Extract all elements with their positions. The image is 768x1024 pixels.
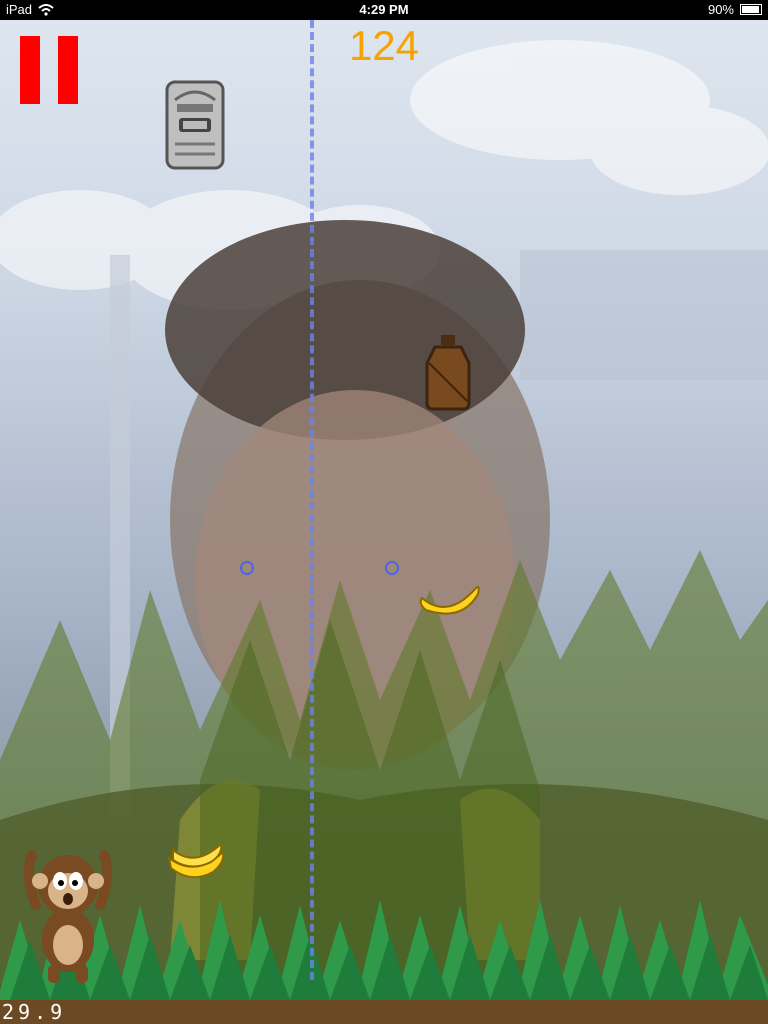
monkey-player-icon[interactable]	[18, 845, 118, 985]
score-counter: 124	[348, 22, 420, 69]
right-eye-marker	[385, 561, 399, 575]
clock-time: 4:29 PM	[359, 2, 409, 17]
tiki-totem-icon	[165, 80, 225, 170]
banana-bunch-icon	[167, 842, 225, 879]
fps-readout: 29.9	[2, 1000, 67, 1024]
banana-icon	[419, 585, 480, 615]
status-bar: iPad 4:29 PM 90%	[0, 0, 768, 20]
battery-icon	[740, 4, 762, 15]
left-eye-marker	[240, 561, 254, 575]
canteen-icon	[425, 335, 471, 411]
game-scene[interactable]: iPad 4:29 PM 90% 124 29.9	[0, 0, 768, 1024]
battery-percent: 90%	[707, 2, 734, 17]
lane-divider	[310, 20, 314, 980]
